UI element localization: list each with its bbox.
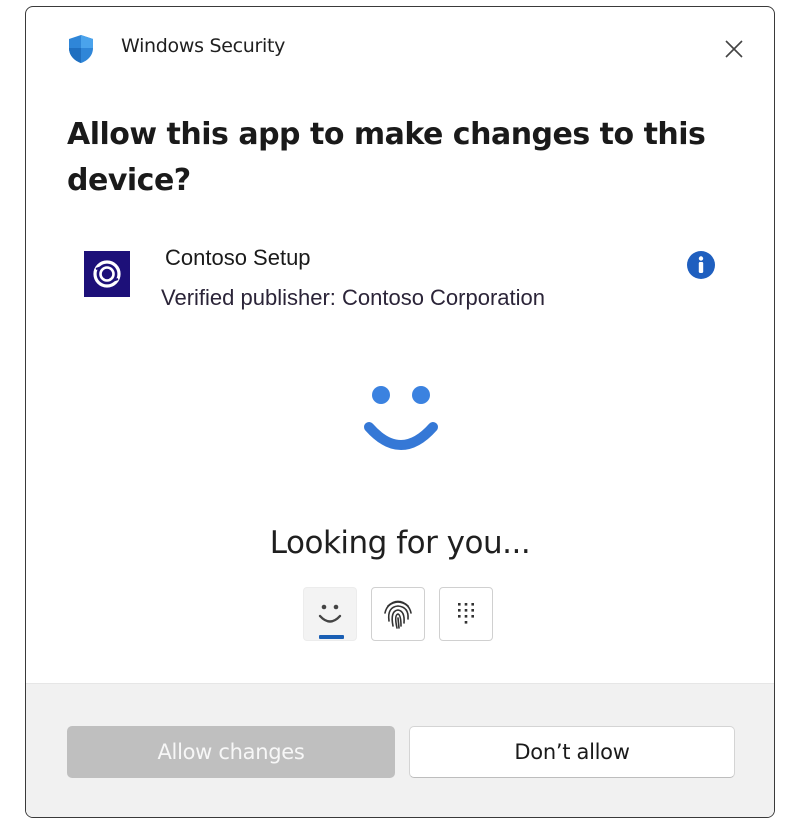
allow-changes-button[interactable]: Allow changes [67, 726, 395, 778]
title-bar: Windows Security [26, 7, 774, 87]
face-icon [318, 604, 342, 623]
prompt-heading: Allow this app to make changes to this d… [67, 117, 706, 198]
auth-status-text: Looking for you... [269, 525, 531, 561]
window-title: Windows Security [121, 35, 286, 57]
selected-indicator [319, 635, 344, 639]
shield-icon [69, 35, 93, 63]
close-icon [725, 40, 743, 58]
dont-allow-button[interactable]: Don’t allow [409, 726, 735, 778]
app-name: Contoso Setup [165, 245, 311, 270]
sign-in-options [303, 587, 493, 641]
info-icon[interactable] [686, 250, 716, 280]
face-method-button[interactable] [303, 587, 357, 641]
fingerprint-icon [384, 600, 412, 629]
fingerprint-method-button[interactable] [371, 587, 425, 641]
close-button[interactable] [716, 31, 752, 67]
pin-method-button[interactable] [439, 587, 493, 641]
dialog-footer: Allow changes Don’t allow [26, 683, 774, 817]
contoso-logo-icon [84, 251, 130, 297]
windows-hello-face-icon [364, 386, 438, 450]
windows-security-dialog: Windows Security Allow this app to make … [25, 6, 775, 818]
publisher-text: Verified publisher: Contoso Corporation [161, 285, 546, 310]
pin-keypad-icon [458, 603, 474, 624]
